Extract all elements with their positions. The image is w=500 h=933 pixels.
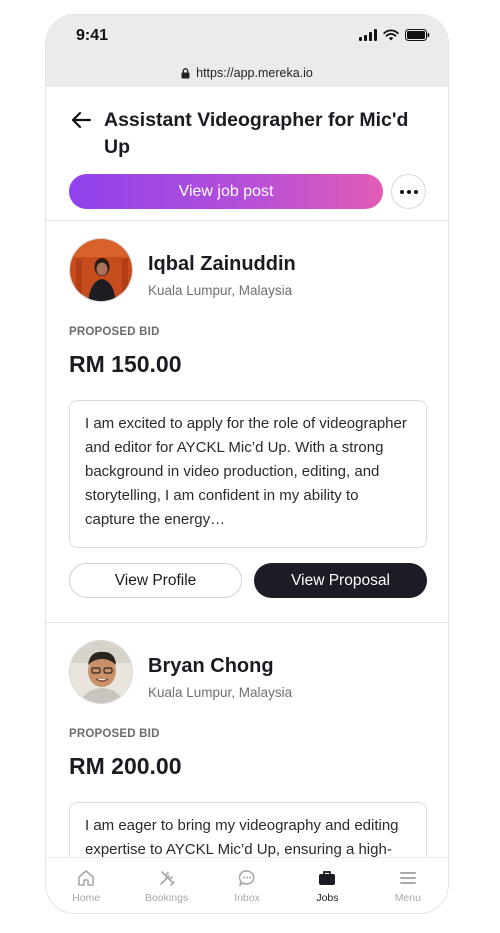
proposed-bid-label: PROPOSED BID xyxy=(69,728,160,740)
job-header: Assistant Videographer for Mic'd Up View… xyxy=(46,87,448,221)
phone-frame: 9:41 https://app.mereka.io Assistant Vid… xyxy=(45,14,449,914)
tab-label-inbox: Inbox xyxy=(234,892,260,904)
applicant-location: Kuala Lumpur, Malaysia xyxy=(148,685,293,700)
status-icons xyxy=(359,29,430,41)
tab-menu[interactable]: Menu xyxy=(368,858,448,913)
back-arrow-icon[interactable] xyxy=(70,109,92,131)
applicant-name[interactable]: Iqbal Zainuddin xyxy=(148,253,296,276)
view-job-post-button[interactable]: View job post xyxy=(69,174,383,209)
applicant-name[interactable]: Bryan Chong xyxy=(148,655,274,678)
tab-label-jobs: Jobs xyxy=(316,892,339,904)
bottom-tab-bar: Home Bookings Inbox Jobs Menu xyxy=(46,857,448,913)
view-proposal-button[interactable]: View Proposal xyxy=(254,563,427,598)
proposed-bid-amount: RM 150.00 xyxy=(69,351,182,377)
briefcase-icon xyxy=(319,871,336,885)
home-icon xyxy=(78,870,95,886)
applicant-card: Iqbal Zainuddin Kuala Lumpur, Malaysia P… xyxy=(46,221,448,623)
applicant-location: Kuala Lumpur, Malaysia xyxy=(148,283,293,298)
chat-icon xyxy=(238,870,255,886)
tab-inbox[interactable]: Inbox xyxy=(207,858,287,913)
proposed-bid-label: PROPOSED BID xyxy=(69,326,160,338)
wifi-icon xyxy=(383,29,399,41)
proposal-excerpt[interactable]: I am excited to apply for the role of vi… xyxy=(69,400,427,548)
avatar[interactable] xyxy=(69,640,133,704)
view-profile-button[interactable]: View Profile xyxy=(69,563,242,598)
tab-home[interactable]: Home xyxy=(46,858,126,913)
tab-jobs[interactable]: Jobs xyxy=(287,858,367,913)
tab-label-bookings: Bookings xyxy=(145,892,189,904)
avatar[interactable] xyxy=(69,238,133,302)
applicant-card: Bryan Chong Kuala Lumpur, Malaysia PROPO… xyxy=(46,623,448,882)
url-bar[interactable]: https://app.mereka.io xyxy=(46,59,448,87)
status-time: 9:41 xyxy=(76,27,109,44)
lock-icon xyxy=(181,67,190,78)
menu-icon xyxy=(399,872,416,884)
status-bar: 9:41 xyxy=(46,15,448,59)
tab-label-menu: Menu xyxy=(394,892,421,904)
more-options-button[interactable] xyxy=(391,174,426,209)
more-dots-icon xyxy=(398,189,419,194)
signal-icon xyxy=(359,29,377,41)
tools-icon xyxy=(159,871,175,886)
page-title: Assistant Videographer for Mic'd Up xyxy=(104,109,409,158)
proposed-bid-amount: RM 200.00 xyxy=(69,753,182,779)
tab-bookings[interactable]: Bookings xyxy=(126,858,206,913)
url-text: https://app.mereka.io xyxy=(196,66,313,80)
battery-icon xyxy=(405,29,430,41)
tab-label-home: Home xyxy=(72,892,101,904)
